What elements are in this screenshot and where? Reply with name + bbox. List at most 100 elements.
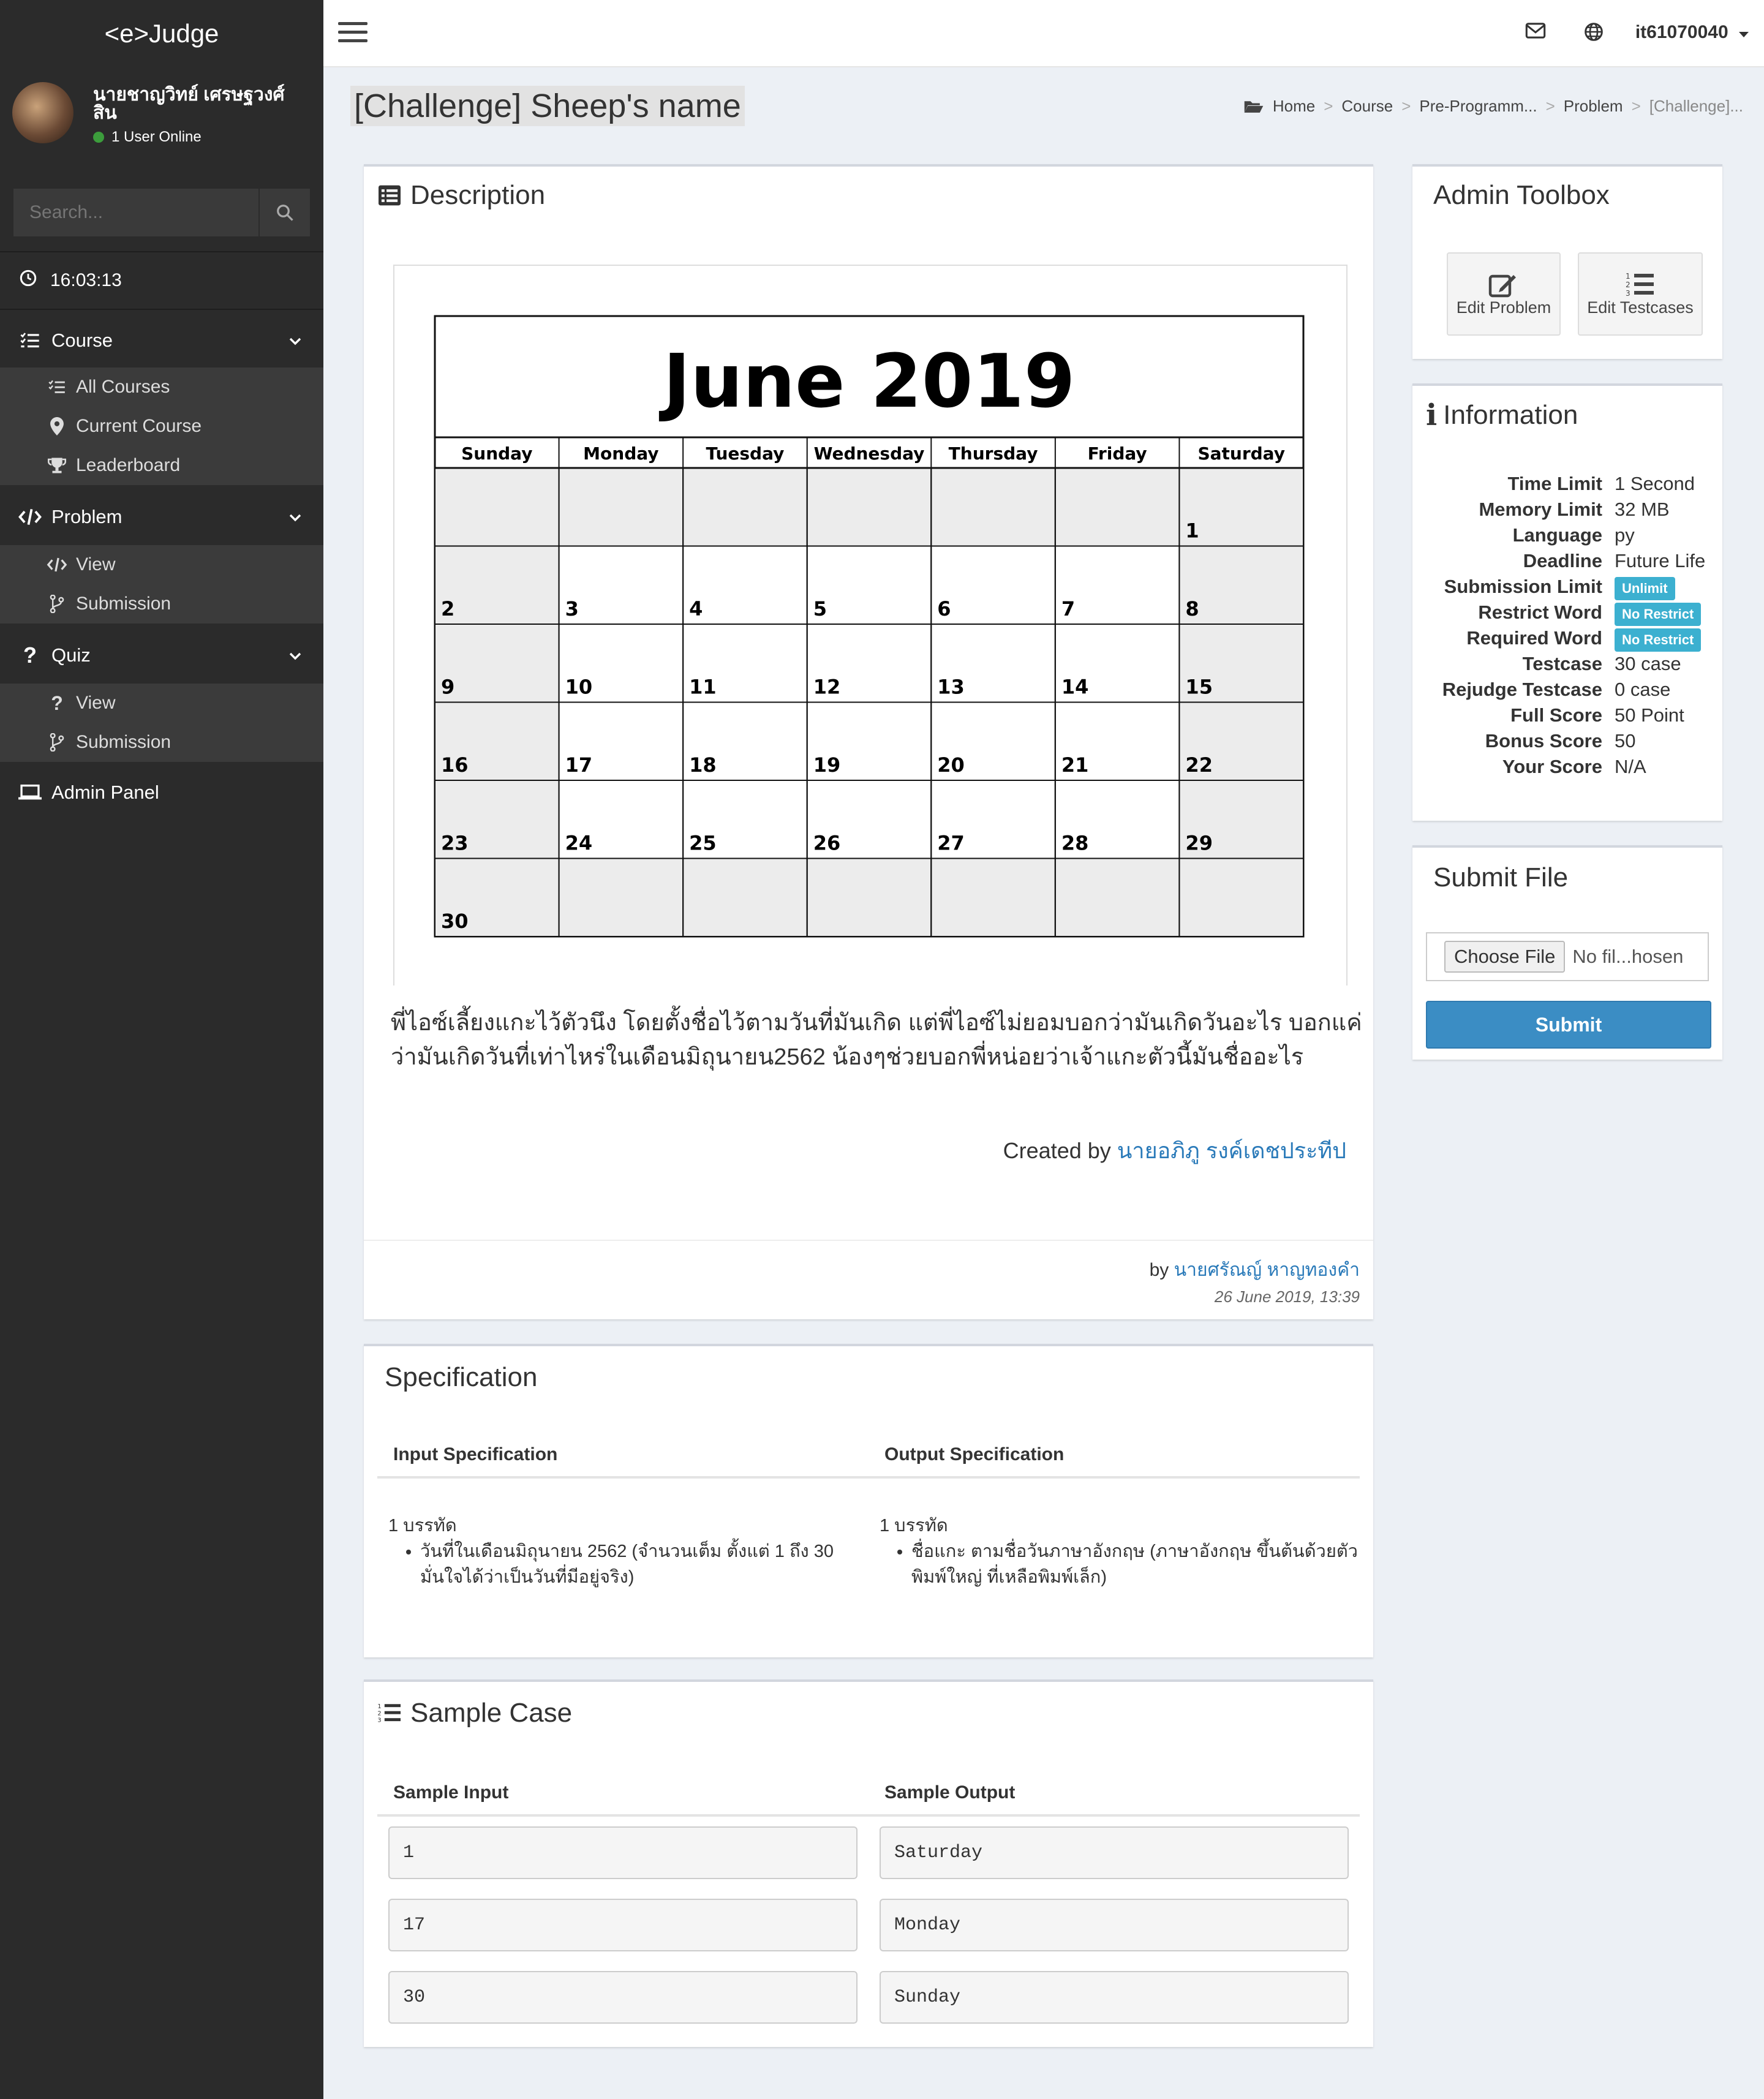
menu-quiz[interactable]: ? Quiz <box>0 627 323 684</box>
calendar-date: 6 <box>937 597 951 620</box>
sidebar-item-current-course[interactable]: Current Course <box>4 407 323 446</box>
info-key: Submission Limit <box>1444 576 1602 597</box>
sample-case-box: 123 Sample Case Sample Input Sample Outp… <box>364 1679 1373 2047</box>
calendar-cell <box>1178 857 1305 937</box>
envelope-icon[interactable] <box>1525 22 1546 42</box>
info-icon: i <box>1426 398 1438 432</box>
submit-button[interactable]: Submit <box>1426 1001 1711 1049</box>
calendar-date: 14 <box>1061 676 1089 699</box>
created-by-prefix: Created by <box>1003 1138 1117 1163</box>
breadcrumb-course[interactable]: Course <box>1341 97 1393 116</box>
output-spec-body: 1 บรรทัด ชื่อแกะ ตามชื่อวันภาษาอังกฤษ (ภ… <box>880 1513 1363 1590</box>
online-text: 1 User Online <box>111 129 202 145</box>
output-spec-bullet: ชื่อแกะ ตามชื่อวันภาษาอังกฤษ (ภาษาอังกฤษ… <box>911 1539 1363 1590</box>
created-by: Created by นายอภิภู รงค์เดชประทีป <box>1003 1133 1346 1168</box>
calendar-date: 29 <box>1185 832 1213 855</box>
sample-output-field[interactable]: Saturday <box>880 1826 1349 1879</box>
info-row: Bonus Score 50 <box>1412 730 1725 756</box>
menu-problem-label: Problem <box>51 506 123 527</box>
file-name-text: No fil...hosen <box>1572 946 1684 967</box>
sidebar-item-quiz-submission[interactable]: Submission <box>4 723 323 762</box>
svg-text:3: 3 <box>1626 289 1630 298</box>
globe-icon[interactable] <box>1584 22 1604 45</box>
author-link[interactable]: นายศรัณญ์ หาญทองคำ <box>1174 1260 1360 1280</box>
status-badge: Unlimit <box>1615 577 1675 600</box>
calendar-date: 17 <box>565 753 593 777</box>
info-key: Rejudge Testcase <box>1442 679 1602 700</box>
sidebar-item-leaderboard[interactable]: Leaderboard <box>4 446 323 485</box>
calendar-day-header: Thursday <box>949 443 1038 464</box>
edit-icon <box>1488 274 1516 297</box>
info-key: Deadline <box>1523 550 1602 571</box>
sample-input-field[interactable]: 1 <box>388 1826 858 1879</box>
sample-input-header: Sample Input <box>393 1782 509 1803</box>
sample-input-field[interactable]: 17 <box>388 1899 858 1951</box>
choose-file-button[interactable]: Choose File <box>1444 941 1566 973</box>
calendar-date: 7 <box>1061 597 1075 620</box>
chevron-down-icon <box>289 507 301 527</box>
info-value: 0 case <box>1615 679 1671 700</box>
calendar-title: June 2019 <box>659 339 1076 424</box>
information-box: i Information Time Limit 1 Second Memory … <box>1412 383 1722 821</box>
user-name: นายชาญวิทย์ เศรษฐวงศ์สิน <box>93 85 285 123</box>
search-input[interactable] <box>13 189 258 236</box>
hamburger-menu-icon[interactable] <box>338 22 368 48</box>
sample-output-field[interactable]: Monday <box>880 1899 1349 1951</box>
code-branch-icon <box>50 595 64 613</box>
submit-file-title: Submit File <box>1433 862 1569 892</box>
status-badge: No Restrict <box>1615 603 1702 626</box>
calendar-date: 27 <box>937 832 965 855</box>
sample-input-field[interactable]: 30 <box>388 1971 858 2024</box>
search-icon <box>277 205 293 221</box>
sidebar-item-all-courses[interactable]: All Courses <box>4 367 323 407</box>
menu-course-label: Course <box>51 330 113 351</box>
sidebar-item-label: Leaderboard <box>76 455 181 475</box>
info-row: Restrict Word No Restrict <box>1412 601 1725 627</box>
menu-admin-label: Admin Panel <box>51 782 159 803</box>
creator-link[interactable]: นายอภิภู รงค์เดชประทีป <box>1117 1138 1346 1163</box>
user-menu-label: it61070040 <box>1635 22 1728 42</box>
calendar-image: June 2019 Sunday Monday Tuesday Wednesday Thu… <box>393 265 1348 985</box>
calendar-cell <box>682 467 808 547</box>
code-branch-icon <box>50 733 64 752</box>
menu-admin-panel[interactable]: Admin Panel <box>0 764 323 821</box>
info-key: Testcase <box>1522 653 1602 674</box>
calendar-date: 19 <box>813 753 841 777</box>
edit-problem-button[interactable]: Edit Problem <box>1447 252 1561 336</box>
file-input[interactable]: Choose File No fil...hosen <box>1426 932 1709 981</box>
folder-open-icon <box>1244 100 1264 113</box>
sidebar-item-quiz-view[interactable]: ? View <box>4 684 323 723</box>
search-button[interactable] <box>258 189 310 236</box>
avatar <box>12 82 74 143</box>
user-menu[interactable]: it61070040 <box>1635 22 1749 43</box>
menu-course[interactable]: Course <box>0 312 323 369</box>
info-row: Submission Limit Unlimit <box>1412 576 1725 601</box>
breadcrumb-course-name[interactable]: Pre-Programm... <box>1419 97 1537 116</box>
post-date: 26 June 2019, 13:39 <box>1214 1287 1360 1306</box>
list-icon <box>48 380 65 393</box>
calendar-day-header: Friday <box>1088 443 1147 464</box>
clock-icon <box>20 269 37 287</box>
menu-problem[interactable]: Problem <box>0 489 323 545</box>
info-row: Time Limit 1 Second <box>1412 473 1725 499</box>
edit-testcases-button[interactable]: 123 Edit Testcases <box>1578 252 1703 336</box>
calendar-date: 15 <box>1185 676 1213 699</box>
calendar-cell <box>558 467 684 547</box>
calendar-date: 5 <box>813 597 827 620</box>
sample-output-field[interactable]: Sunday <box>880 1971 1349 2024</box>
info-key: Memory Limit <box>1479 499 1602 520</box>
calendar-date: 20 <box>937 753 965 777</box>
question-icon: ? <box>51 692 63 714</box>
breadcrumb-current: [Challenge]... <box>1649 97 1743 115</box>
brand-logo[interactable]: <e>Judge <box>0 0 323 67</box>
sidebar-item-problem-submission[interactable]: Submission <box>4 584 323 624</box>
breadcrumb-problem[interactable]: Problem <box>1564 97 1623 116</box>
sidebar-item-problem-view[interactable]: View <box>4 545 323 584</box>
problem-description-text: พี่ไอซ์เลี้ยงแกะไว้ตัวนึง โดยตั้งชื่อไว้… <box>391 1010 1362 1070</box>
svg-text:2: 2 <box>1626 281 1630 289</box>
sidebar-item-label: Submission <box>76 594 172 614</box>
info-key: Language <box>1512 524 1602 546</box>
breadcrumb-home[interactable]: Home <box>1273 97 1315 116</box>
info-key: Your Score <box>1502 756 1602 777</box>
breadcrumb: Home > Course > Pre-Programm... > Problem > … <box>1243 97 1743 116</box>
